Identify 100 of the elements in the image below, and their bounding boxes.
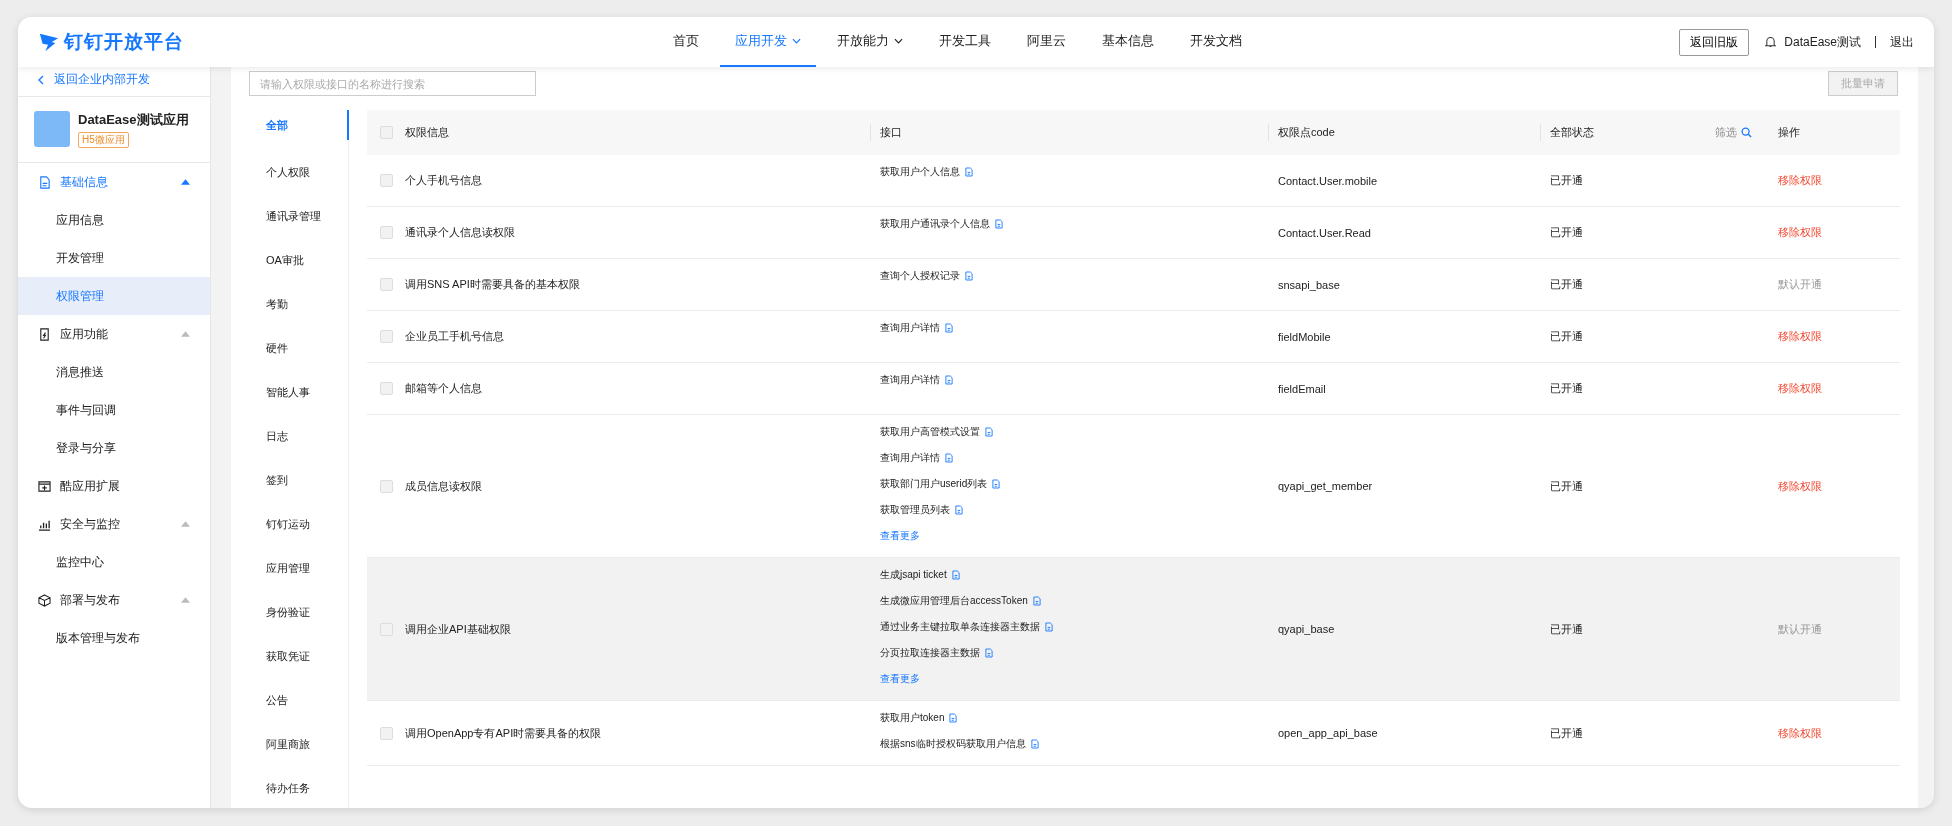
category-tab[interactable]: 待办任务 — [249, 766, 348, 808]
chevron-down-icon — [894, 38, 903, 44]
sidebar-group[interactable]: 基础信息 — [18, 163, 210, 201]
document-link-icon[interactable] — [949, 713, 958, 723]
column-header: 操作 — [1778, 125, 1800, 140]
api-name: 查询用户详情 — [880, 321, 940, 335]
sidebar-group-label[interactable]: 安全与监控 — [60, 515, 181, 533]
action-link[interactable]: 移除权限 — [1778, 225, 1822, 240]
search-field[interactable]: 请输入权限或接口的名称进行搜索 — [249, 71, 536, 96]
document-link-icon[interactable] — [1032, 596, 1041, 606]
nav-tab[interactable]: 基本信息 — [1087, 17, 1169, 67]
category-tab[interactable]: 日志 — [249, 414, 348, 458]
phone-icon — [38, 327, 51, 341]
document-link-icon[interactable] — [1045, 622, 1053, 632]
api-name: 获取用户token — [880, 711, 945, 725]
document-link-icon[interactable] — [945, 453, 953, 463]
sidebar-item[interactable]: 权限管理 — [18, 277, 210, 315]
nav-tab[interactable]: 开发工具 — [924, 17, 1006, 67]
row-checkbox[interactable] — [379, 330, 393, 343]
sidebar-item[interactable]: 消息推送 — [18, 353, 210, 391]
select-all-checkbox[interactable] — [379, 126, 393, 139]
sidebar-item[interactable]: 开发管理 — [18, 239, 210, 277]
category-tab[interactable]: 通讯录管理 — [249, 194, 348, 238]
row-checkbox[interactable] — [379, 479, 393, 493]
category-tab[interactable]: 智能人事 — [249, 370, 348, 414]
row-checkbox[interactable] — [379, 226, 393, 239]
action-link[interactable]: 移除权限 — [1778, 725, 1822, 741]
category-tab[interactable]: 阿里商旅 — [249, 722, 348, 766]
action-link[interactable]: 移除权限 — [1778, 381, 1822, 396]
nav-tab[interactable]: 阿里云 — [1012, 17, 1081, 67]
document-link-icon[interactable] — [985, 648, 993, 658]
back-link-text[interactable]: 返回企业内部开发 — [54, 71, 150, 88]
see-more-link[interactable]: 查看更多 — [880, 666, 920, 692]
category-tab[interactable]: 个人权限 — [249, 150, 348, 194]
category-tab[interactable]: 考勤 — [249, 282, 348, 326]
document-link-icon[interactable] — [951, 570, 960, 580]
document-link-icon[interactable] — [985, 427, 993, 437]
sidebar-group-label[interactable]: 应用功能 — [60, 325, 181, 343]
filter-label[interactable]: 筛选 — [1715, 125, 1737, 140]
document-link-icon[interactable] — [965, 271, 973, 281]
sidebar-group[interactable]: 应用功能 — [18, 315, 210, 353]
see-more-link[interactable]: 查看更多 — [880, 523, 920, 549]
category-tab[interactable]: 钉钉运动 — [249, 502, 348, 546]
old-version-button[interactable]: 返回旧版 — [1679, 28, 1750, 56]
api-name: 生成jsapi ticket — [880, 568, 947, 582]
permission-code: fieldMobile — [1278, 330, 1331, 343]
sidebar-item[interactable]: 事件与回调 — [18, 391, 210, 429]
app-icon — [34, 111, 70, 147]
nav-tab[interactable]: 开发文档 — [1175, 17, 1257, 67]
sidebar-item[interactable]: 应用信息 — [18, 201, 210, 239]
category-tab[interactable]: 公告 — [249, 678, 348, 722]
category-tab[interactable]: 硬件 — [249, 326, 348, 370]
action-link[interactable]: 移除权限 — [1778, 329, 1822, 344]
chevron-down-icon — [792, 38, 801, 44]
sidebar-group[interactable]: 安全与监控 — [18, 505, 210, 543]
user-name[interactable]: DataEase测试 — [1784, 33, 1861, 51]
document-link-icon[interactable] — [945, 323, 953, 333]
sidebar-item[interactable]: 监控中心 — [18, 543, 210, 581]
api-name: 分页拉取连接器主数据 — [880, 646, 980, 660]
status-text: 已开通 — [1550, 329, 1583, 344]
document-link-icon[interactable] — [995, 219, 1003, 229]
document-link-icon[interactable] — [945, 375, 953, 385]
category-tab[interactable]: 身份验证 — [249, 590, 348, 634]
app-name: DataEase测试应用 — [78, 111, 189, 129]
sidebar-group-label[interactable]: 酷应用扩展 — [60, 477, 190, 495]
logout-link[interactable]: 退出 — [1890, 33, 1914, 51]
row-checkbox[interactable] — [379, 726, 393, 740]
permission-name: 调用OpenApp专有API时需要具备的权限 — [405, 725, 602, 741]
row-checkbox[interactable] — [379, 278, 393, 291]
sidebar-group[interactable]: 酷应用扩展 — [18, 467, 210, 505]
category-tab[interactable]: 全部 — [249, 110, 349, 140]
status-text: 已开通 — [1550, 621, 1583, 637]
sidebar-item[interactable]: 版本管理与发布 — [18, 619, 210, 657]
status-text: 已开通 — [1550, 725, 1583, 741]
nav-tab[interactable]: 首页 — [658, 17, 714, 67]
caret-icon — [181, 331, 190, 337]
caret-icon — [181, 179, 190, 185]
filter-link[interactable]: 筛选 — [1715, 125, 1752, 140]
sidebar-item[interactable]: 登录与分享 — [18, 429, 210, 467]
category-tab[interactable]: 应用管理 — [249, 546, 348, 590]
action-link[interactable]: 移除权限 — [1778, 478, 1822, 494]
action-link[interactable]: 移除权限 — [1778, 173, 1822, 188]
sidebar-group-label[interactable]: 部署与发布 — [60, 591, 181, 609]
document-link-icon[interactable] — [1030, 739, 1039, 749]
bell-icon[interactable] — [1765, 36, 1777, 48]
status-text: 已开通 — [1550, 173, 1583, 188]
row-checkbox[interactable] — [379, 174, 393, 187]
row-checkbox[interactable] — [379, 382, 393, 395]
document-link-icon[interactable] — [992, 479, 1001, 489]
api-name: 根据sns临时授权码获取用户信息 — [880, 737, 1026, 751]
nav-tab[interactable]: 开放能力 — [822, 17, 918, 67]
document-link-icon[interactable] — [955, 505, 963, 515]
sidebar-group-label[interactable]: 基础信息 — [60, 173, 181, 191]
document-link-icon[interactable] — [965, 167, 973, 177]
category-tab[interactable]: OA审批 — [249, 238, 348, 282]
sidebar-group[interactable]: 部署与发布 — [18, 581, 210, 619]
category-tab[interactable]: 签到 — [249, 458, 348, 502]
category-tab[interactable]: 获取凭证 — [249, 634, 348, 678]
back-link[interactable]: 返回企业内部开发 — [18, 67, 210, 97]
permission-code: snsapi_base — [1278, 278, 1340, 291]
